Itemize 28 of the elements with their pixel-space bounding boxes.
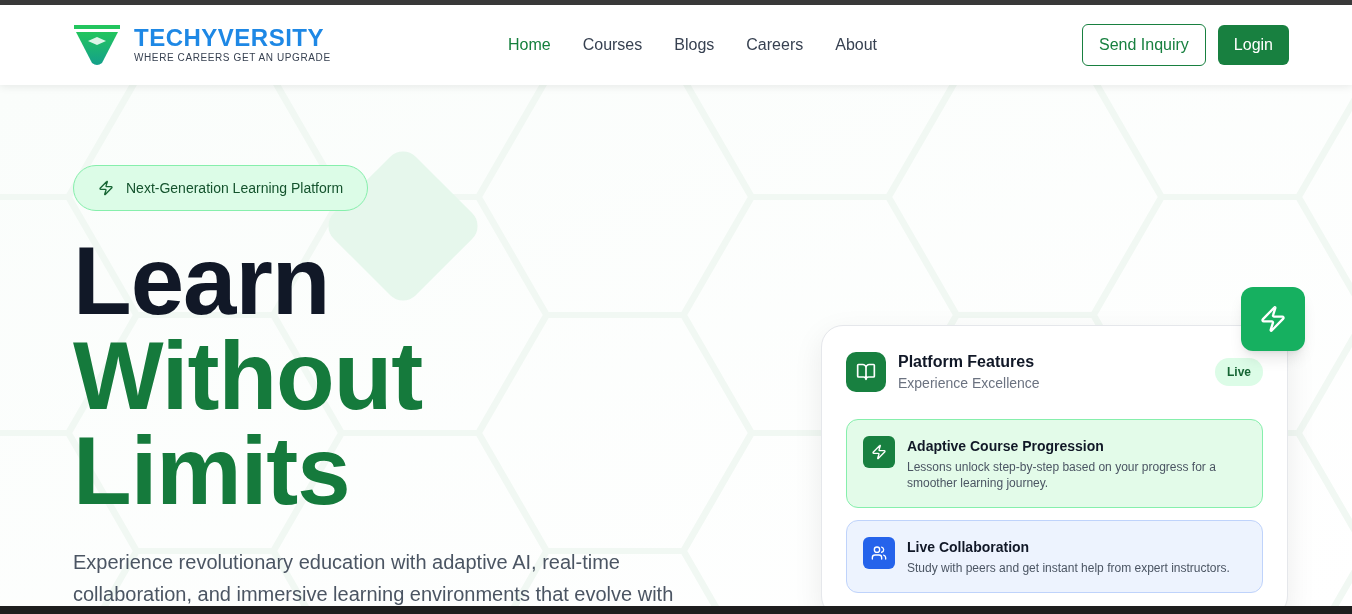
people-icon xyxy=(871,545,887,561)
brand-tagline: WHERE CAREERS GET AN UPGRADE xyxy=(134,51,331,65)
feature-description: Study with peers and get instant help from expert instructors. xyxy=(907,560,1231,576)
badge-label: Next-Generation Learning Platform xyxy=(126,178,344,198)
feature-title: Adaptive Course Progression xyxy=(907,437,1105,456)
nav-link[interactable]: Careers xyxy=(746,33,804,57)
nav-link[interactable]: Blogs xyxy=(674,33,715,57)
login-button[interactable]: Login xyxy=(1217,25,1289,65)
inquiry-button[interactable]: Send Inquiry xyxy=(1082,24,1206,66)
nav-link[interactable]: About xyxy=(835,33,877,57)
hero-description: Experience revolutionary education with adaptive AI, real-time collaboration, and immersive learning environments that evolve with xyxy=(73,550,675,607)
logo-icon xyxy=(74,25,120,65)
lightning-icon xyxy=(871,444,887,460)
book-icon xyxy=(856,362,876,382)
brand-name: TECHYVERSITY xyxy=(134,25,326,51)
feature-description: Lessons unlock step-by-step based on your progress for a smoother learning journey. xyxy=(907,459,1217,491)
feature-title: Live Collaboration xyxy=(907,538,1031,557)
nav-link[interactable]: Home xyxy=(508,33,551,57)
lightning-action-button[interactable] xyxy=(1241,287,1305,351)
status-badge: Live xyxy=(1215,358,1263,386)
lightning-icon xyxy=(98,180,114,196)
hero-heading-line: Without xyxy=(73,328,424,423)
card-subtitle: Experience Excellence xyxy=(898,374,1040,393)
card-title: Platform Features xyxy=(898,352,1036,372)
nav-link[interactable]: Courses xyxy=(582,33,643,57)
hero-heading-line: Limits xyxy=(73,423,351,518)
lightning-icon xyxy=(1259,305,1287,333)
hero-heading-line: Learn xyxy=(73,233,331,328)
